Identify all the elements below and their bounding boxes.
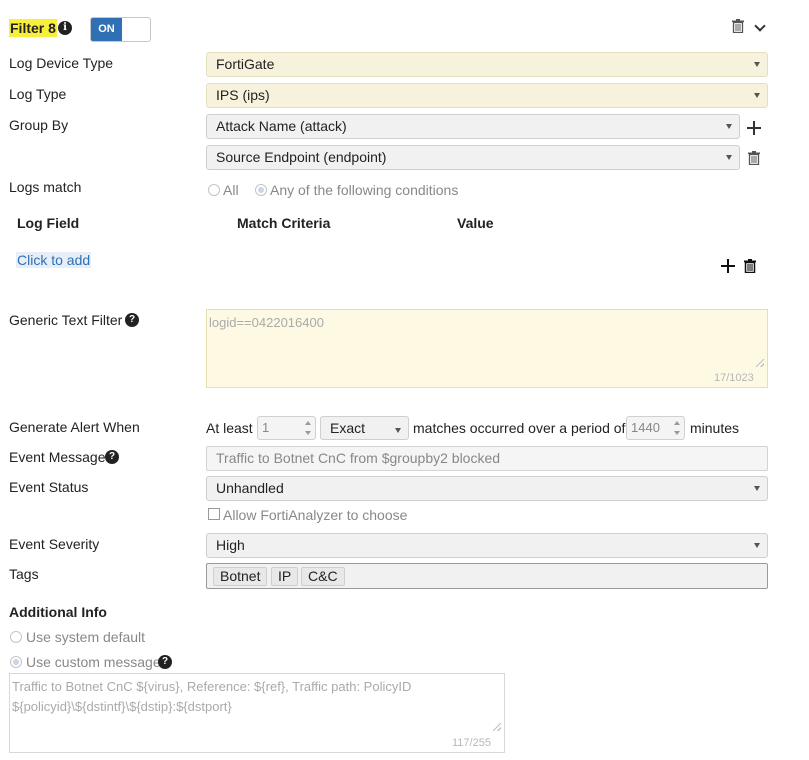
allow-fortianalyzer-label: Allow FortiAnalyzer to choose [223,507,408,523]
event-message-value: Traffic to Botnet CnC from $groupby2 blo… [216,450,501,466]
logs-match-label: Logs match [9,179,82,195]
chevron-down-icon [754,93,760,98]
alert-mode-value: Exact [330,420,366,436]
event-status-select[interactable]: Unhandled [206,476,768,501]
event-status-value: Unhandled [216,480,284,496]
tag-chip[interactable]: Botnet [213,567,268,586]
click-to-add-link[interactable]: Click to add [16,252,92,268]
generic-text-filter-textarea[interactable]: logid==0422016400 [206,309,768,388]
log-type-value: IPS (ips) [216,87,270,103]
trash-icon[interactable] [748,151,760,165]
resize-grip-icon[interactable] [756,359,764,367]
use-custom-message-radio[interactable] [10,656,22,668]
help-icon[interactable]: ? [125,313,139,327]
column-header-value: Value [457,215,494,231]
log-device-type-select[interactable]: FortiGate [206,52,768,77]
log-device-type-value: FortiGate [216,56,275,72]
allow-fortianalyzer-checkbox[interactable] [208,508,220,520]
log-device-type-label: Log Device Type [9,55,114,71]
alert-mode-select[interactable]: Exact [320,416,409,440]
chevron-down-icon [395,428,401,433]
filter-title: Filter 8 [9,19,57,37]
custom-message-textarea[interactable]: Traffic to Botnet CnC ${virus}, Referenc… [9,673,505,753]
tag-chip[interactable]: C&C [301,567,345,586]
help-icon[interactable]: ? [105,450,119,464]
event-severity-value: High [216,537,245,553]
chevron-down-icon[interactable] [754,20,766,32]
resize-grip-icon[interactable] [493,723,501,731]
tags-label: Tags [9,566,39,582]
logs-match-all-radio[interactable] [208,184,220,196]
alert-period-stepper[interactable]: 1440 [626,416,685,440]
group-by-value-1: Attack Name (attack) [216,118,347,134]
add-condition-icon[interactable] [721,259,735,273]
trash-icon[interactable] [732,19,744,33]
custom-message-line-2: ${policyid}\${dstintf}\${dstip}:${dstpor… [12,699,232,714]
event-message-input[interactable]: Traffic to Botnet CnC from $groupby2 blo… [206,446,768,471]
tag-chip[interactable]: IP [271,567,299,586]
custom-message-counter: 117/255 [452,737,491,749]
group-by-value-2: Source Endpoint (endpoint) [216,149,387,165]
add-group-by-icon[interactable] [747,121,761,135]
log-type-label: Log Type [9,86,67,102]
logs-match-any-radio[interactable] [255,184,267,196]
logs-match-all-label: All [223,182,239,198]
use-custom-message-label: Use custom message [26,654,161,670]
column-header-log-field: Log Field [17,215,80,231]
group-by-label: Group By [9,117,69,133]
generic-text-filter-counter: 17/1023 [714,372,754,384]
event-message-label: Event Message [9,449,106,465]
generic-text-filter-placeholder: logid==0422016400 [209,315,324,330]
info-icon[interactable]: i [58,21,72,35]
chevron-down-icon [754,486,760,491]
help-icon[interactable]: ? [158,655,172,669]
tags-input[interactable]: Botnet IP C&C [206,563,768,589]
alert-middle-text: matches occurred over a period of [413,420,626,436]
chevron-down-icon [754,62,760,67]
event-severity-select[interactable]: High [206,533,768,558]
group-by-select-2[interactable]: Source Endpoint (endpoint) [206,145,740,170]
alert-suffix-text: minutes [690,420,740,436]
alert-count-stepper[interactable]: 1 [257,416,316,440]
event-status-label: Event Status [9,479,89,495]
trash-icon[interactable] [744,259,756,273]
stepper-arrows-icon[interactable] [674,421,681,435]
alert-period-value: 1440 [631,420,660,435]
additional-info-heading: Additional Info [9,604,107,620]
chevron-down-icon [754,543,760,548]
use-system-default-radio[interactable] [10,631,22,643]
group-by-select-1[interactable]: Attack Name (attack) [206,114,740,139]
chevron-down-icon [726,124,732,129]
generic-text-filter-label: Generic Text Filter [9,312,123,328]
filter-enable-toggle[interactable]: ON [90,17,151,42]
column-header-match-criteria: Match Criteria [237,215,331,231]
stepper-arrows-icon[interactable] [305,421,312,435]
generate-alert-label: Generate Alert When [9,419,140,435]
alert-prefix-text: At least [206,420,253,436]
use-system-default-label: Use system default [26,629,146,645]
toggle-on-label: ON [91,18,122,41]
custom-message-line-1: Traffic to Botnet CnC ${virus}, Referenc… [12,679,412,694]
event-severity-label: Event Severity [9,536,100,552]
alert-count-value: 1 [262,420,270,435]
logs-match-any-label: Any of the following conditions [270,182,459,198]
chevron-down-icon [726,155,732,160]
log-type-select[interactable]: IPS (ips) [206,83,768,108]
